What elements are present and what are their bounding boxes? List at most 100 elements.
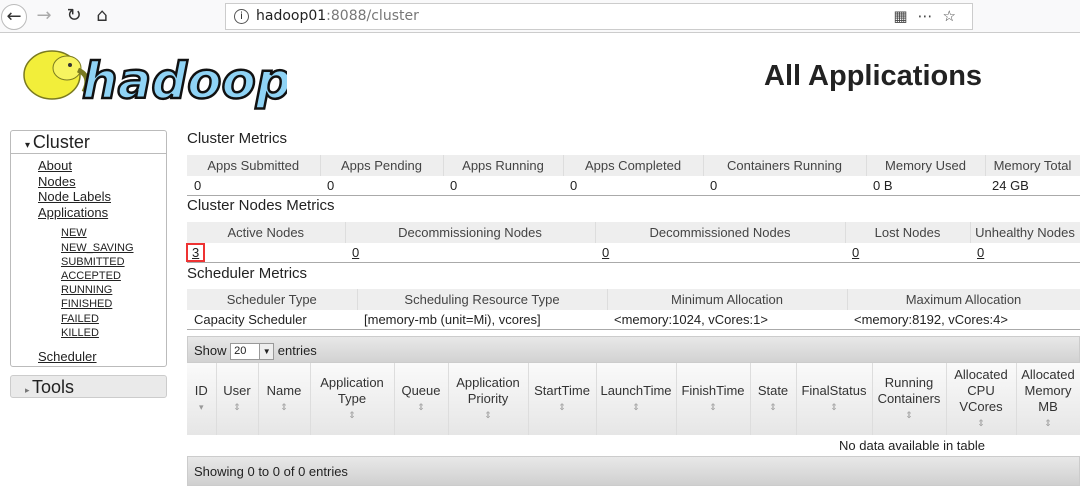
nodes-metrics-title: Cluster Nodes Metrics: [187, 197, 335, 214]
col-header: Memory Used: [866, 155, 986, 176]
applications-table: ID ▾ User ⇕ Name ⇕ Application Type ⇕ Queue ⇕ Appl…: [187, 363, 1080, 435]
state-link-killed[interactable]: KILLED: [11, 326, 166, 340]
sort-desc-icon: ▾: [198, 402, 204, 412]
column-label: User: [223, 383, 251, 398]
metric-value: 0: [443, 176, 563, 196]
sort-icon: ⇕: [233, 402, 241, 412]
table-length-control: Show 20 ▼ entries: [187, 336, 1080, 363]
home-button[interactable]: ⌂: [89, 4, 115, 30]
page-size-select[interactable]: 20 ▼: [230, 343, 275, 361]
scheduler-value: [memory-mb (unit=Mi), vcores]: [357, 310, 607, 330]
scheduler-metrics-table: Scheduler Type Scheduling Resource Type Mi…: [187, 289, 1080, 330]
col-header: Active Nodes: [187, 222, 346, 243]
tools-toggle[interactable]: ▸ Tools: [10, 375, 167, 398]
column-label: StartTime: [534, 383, 590, 398]
caret-down-icon: ▾: [25, 140, 33, 151]
sort-icon: ⇕: [905, 410, 913, 420]
cluster-toggle[interactable]: ▾ Cluster: [11, 131, 166, 154]
sort-header-running-containers[interactable]: Running Containers ⇕: [872, 363, 947, 435]
active-nodes-link[interactable]: 3: [185, 242, 206, 262]
back-button[interactable]: ←: [1, 4, 27, 30]
forward-button[interactable]: →: [31, 4, 57, 30]
metric-value: 0: [187, 176, 320, 196]
sort-header-finishtime[interactable]: FinishTime ⇕: [676, 363, 751, 435]
state-link-submitted[interactable]: SUBMITTED: [11, 255, 166, 269]
metric-value: 0 B: [866, 176, 985, 196]
sort-icon: ⇕: [977, 418, 985, 428]
lost-nodes-link[interactable]: 0: [852, 245, 859, 260]
cluster-metrics-table: Apps Submitted Apps Pending Apps Running Ap…: [187, 155, 1080, 196]
state-link-running[interactable]: RUNNING: [11, 283, 166, 297]
sort-header-name[interactable]: Name ⇕: [258, 363, 311, 435]
sidebar-link-applications[interactable]: Applications: [11, 205, 166, 221]
sort-icon: ⇕: [1044, 418, 1052, 428]
sort-header-application-type[interactable]: Application Type ⇕: [310, 363, 395, 435]
col-header: Decommissioned Nodes: [595, 222, 846, 243]
column-label: Allocated Memory MB: [1021, 367, 1075, 414]
col-header: Scheduler Type: [187, 289, 358, 310]
url-host: hadoop01: [256, 8, 327, 24]
qr-icon[interactable]: ▦: [893, 7, 917, 25]
sort-header-queue[interactable]: Queue ⇕: [394, 363, 449, 435]
sort-header-allocated-memory-mb[interactable]: Allocated Memory MB ⇕: [1016, 363, 1080, 435]
more-icon[interactable]: ⋯: [918, 7, 943, 25]
column-label: LaunchTime: [600, 383, 672, 398]
metric-value: 0: [703, 176, 866, 196]
unhealthy-nodes-link[interactable]: 0: [977, 245, 984, 260]
sidebar-link-node-labels[interactable]: Node Labels: [11, 189, 166, 205]
column-label: Running Containers: [877, 375, 941, 406]
col-header: Containers Running: [703, 155, 867, 176]
sort-icon: ⇕: [769, 402, 777, 412]
scheduler-value: <memory:1024, vCores:1>: [607, 310, 847, 330]
col-header: Lost Nodes: [845, 222, 971, 243]
column-label: Application Priority: [456, 375, 520, 406]
column-label: Allocated CPU VCores: [954, 367, 1008, 414]
reload-button[interactable]: ↻: [61, 4, 87, 30]
column-label: FinishTime: [681, 383, 745, 398]
sidebar-link-about[interactable]: About: [11, 158, 166, 174]
state-link-failed[interactable]: FAILED: [11, 312, 166, 326]
metric-value: 0: [563, 176, 703, 196]
sort-header-user[interactable]: User ⇕: [216, 363, 259, 435]
sort-header-application-priority[interactable]: Application Priority ⇕: [448, 363, 529, 435]
decommissioning-nodes-link[interactable]: 0: [352, 245, 359, 260]
sort-header-id[interactable]: ID ▾: [187, 363, 217, 435]
state-link-new-saving[interactable]: NEW_SAVING: [11, 241, 166, 255]
sidebar-link-nodes[interactable]: Nodes: [11, 174, 166, 190]
column-label: ID: [194, 383, 208, 398]
svg-text:hadoop: hadoop: [82, 52, 287, 110]
address-bar[interactable]: i hadoop01:8088/cluster ▦⋯☆: [225, 3, 973, 30]
hadoop-logo[interactable]: hadoop: [12, 40, 287, 110]
column-label: Application Type: [320, 375, 384, 406]
star-icon[interactable]: ☆: [943, 7, 966, 25]
column-label: Name: [266, 383, 302, 398]
col-header: Apps Pending: [320, 155, 444, 176]
sort-icon: ⇕: [558, 402, 566, 412]
col-header: Decommissioning Nodes: [345, 222, 596, 243]
metric-value: 0: [320, 176, 443, 196]
sort-header-finalstatus[interactable]: FinalStatus ⇕: [796, 363, 873, 435]
sort-header-allocated-cpu-vcores[interactable]: Allocated CPU VCores ⇕: [946, 363, 1017, 435]
entries-label: entries: [277, 343, 317, 358]
decommissioned-nodes-link[interactable]: 0: [602, 245, 609, 260]
info-icon[interactable]: i: [234, 9, 249, 24]
col-header: Memory Total: [985, 155, 1080, 176]
state-link-new[interactable]: NEW: [11, 226, 166, 240]
state-link-accepted[interactable]: ACCEPTED: [11, 269, 166, 283]
scheduler-value: <memory:8192, vCores:4>: [847, 310, 1080, 330]
page-title: All Applications: [764, 60, 983, 92]
caret-right-icon: ▸: [25, 385, 33, 395]
browser-toolbar: ← → ↻ ⌂ i hadoop01:8088/cluster ▦⋯☆: [0, 0, 1080, 33]
scheduler-metrics-title: Scheduler Metrics: [187, 265, 308, 282]
sidebar-link-scheduler[interactable]: Scheduler: [11, 349, 166, 365]
col-header: Unhealthy Nodes: [970, 222, 1080, 243]
sort-header-state[interactable]: State ⇕: [750, 363, 797, 435]
state-link-finished[interactable]: FINISHED: [11, 297, 166, 311]
sort-icon: ⇕: [417, 402, 425, 412]
col-header: Minimum Allocation: [607, 289, 848, 310]
sort-header-starttime[interactable]: StartTime ⇕: [528, 363, 597, 435]
column-label: Queue: [401, 383, 441, 398]
sort-header-launchtime[interactable]: LaunchTime ⇕: [596, 363, 677, 435]
col-header: Apps Completed: [563, 155, 704, 176]
table-info: Showing 0 to 0 of 0 entries: [187, 456, 1080, 486]
